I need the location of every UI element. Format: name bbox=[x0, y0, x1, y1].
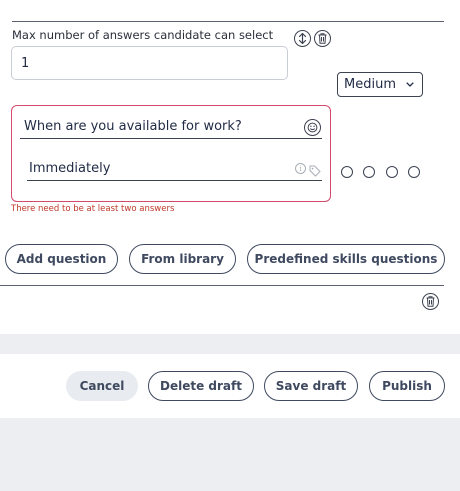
page-background-band bbox=[0, 334, 460, 354]
from-library-button[interactable]: From library bbox=[129, 244, 236, 274]
chevron-down-icon bbox=[406, 82, 414, 87]
emoji-icon[interactable] bbox=[304, 119, 321, 136]
correct-answer-radio[interactable] bbox=[341, 166, 353, 178]
publish-button[interactable]: Publish bbox=[369, 371, 445, 401]
question-underline bbox=[20, 138, 322, 139]
trash-icon[interactable] bbox=[314, 30, 331, 47]
correct-answer-radio[interactable] bbox=[386, 166, 398, 178]
correct-answer-radio[interactable] bbox=[363, 166, 375, 178]
answer-underline bbox=[27, 180, 322, 181]
delete-draft-button[interactable]: Delete draft bbox=[148, 371, 254, 401]
cancel-button[interactable]: Cancel bbox=[66, 371, 138, 401]
difficulty-select[interactable]: Medium bbox=[337, 72, 423, 97]
max-answers-input[interactable] bbox=[11, 46, 288, 80]
trash-icon[interactable] bbox=[422, 293, 439, 310]
page-background-footer bbox=[0, 418, 460, 491]
add-question-button[interactable]: Add question bbox=[5, 244, 118, 274]
question-text[interactable]: When are you available for work? bbox=[24, 119, 242, 134]
info-icon[interactable]: i bbox=[295, 163, 306, 174]
section-divider-bottom bbox=[0, 285, 444, 286]
predefined-skills-button[interactable]: Predefined skills questions bbox=[247, 244, 445, 274]
answers-error-message: There need to be at least two answers bbox=[11, 204, 175, 214]
correct-answer-radio[interactable] bbox=[408, 166, 420, 178]
tag-icon[interactable] bbox=[309, 162, 321, 181]
max-answers-label: Max number of answers candidate can sele… bbox=[12, 28, 274, 42]
difficulty-select-value: Medium bbox=[344, 77, 396, 92]
answer-text[interactable]: Immediately bbox=[29, 161, 110, 176]
section-divider-top bbox=[12, 21, 444, 22]
sort-vertical-icon[interactable] bbox=[294, 30, 311, 47]
save-draft-button[interactable]: Save draft bbox=[264, 371, 358, 401]
